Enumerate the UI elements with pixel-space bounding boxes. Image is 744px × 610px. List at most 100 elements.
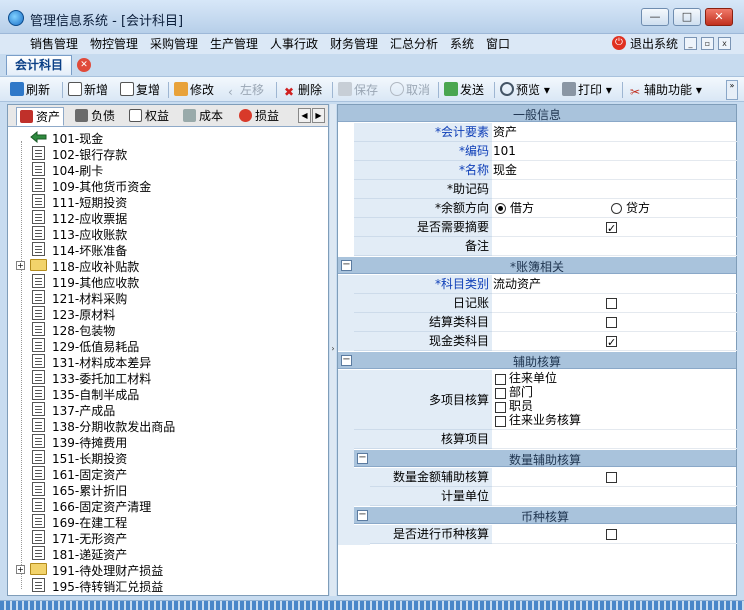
row-unit[interactable]: 计量单位	[338, 487, 737, 506]
expand-icon[interactable]: +	[16, 565, 25, 574]
settle-checkbox[interactable]	[606, 317, 617, 328]
tree-item[interactable]: 101-现金	[8, 129, 326, 146]
tree-item[interactable]: 171-无形资产	[8, 529, 326, 546]
option-checkbox-0[interactable]	[495, 374, 506, 385]
mdi-close-button[interactable]: x	[718, 37, 731, 50]
cash-checkbox[interactable]	[606, 334, 617, 352]
option-checkbox-2[interactable]	[495, 402, 506, 413]
menu-finance[interactable]: 财务管理	[330, 35, 378, 52]
journal-checkbox[interactable]	[606, 298, 617, 309]
tree-item[interactable]: 102-银行存款	[8, 145, 326, 162]
refresh-button[interactable]: 刷新	[10, 81, 50, 99]
tree-item[interactable]: 123-原材料	[8, 305, 326, 322]
tree-item[interactable]: 114-坏账准备	[8, 241, 326, 258]
tab-equity[interactable]: 权益	[126, 107, 172, 126]
tree-item[interactable]: 104-刷卡	[8, 161, 326, 178]
code-value[interactable]: 101	[492, 142, 737, 161]
copy-add-button[interactable]: 复增	[120, 81, 160, 99]
credit-radio[interactable]	[611, 203, 622, 214]
need-summary-checkbox[interactable]	[606, 220, 617, 238]
menu-material[interactable]: 物控管理	[90, 35, 138, 52]
tab-cost[interactable]: 成本	[180, 107, 226, 126]
menu-production[interactable]: 生产管理	[210, 35, 258, 52]
option-checkbox-3[interactable]	[495, 416, 506, 427]
splitter-arrow-icon[interactable]: ›	[330, 339, 336, 359]
tab-scroll-left[interactable]: ◀	[298, 108, 311, 123]
tree-item[interactable]: 138-分期收款发出商品	[8, 417, 326, 434]
close-button[interactable]: ✕	[705, 8, 733, 26]
currency-checkbox[interactable]	[606, 529, 617, 540]
row-journal: 日记账	[338, 294, 737, 313]
move-left-button[interactable]: ‹ 左移	[228, 81, 264, 99]
tree-item[interactable]: 113-应收账款	[8, 225, 326, 242]
tree-item[interactable]: 151-长期投资	[8, 449, 326, 466]
expand-icon[interactable]: +	[16, 261, 25, 270]
mdi-minimize-button[interactable]: _	[684, 37, 697, 50]
row-account-items[interactable]: 核算项目	[338, 430, 737, 449]
menu-purchase[interactable]: 采购管理	[150, 35, 198, 52]
tab-accounting-subjects[interactable]: 会计科目	[6, 55, 72, 75]
row-remark[interactable]: 备注	[338, 237, 737, 256]
tree-item[interactable]: +191-待处理财产损益	[8, 561, 326, 578]
tree-item[interactable]: 128-包装物	[8, 321, 326, 338]
qty-amount-checkbox[interactable]	[606, 472, 617, 483]
tree-item[interactable]: 195-待转销汇兑损益	[8, 577, 326, 594]
tree-item[interactable]: 133-委托加工材料	[8, 369, 326, 386]
minimize-button[interactable]: —	[641, 8, 669, 26]
category-value[interactable]: 流动资产	[492, 275, 737, 294]
tree-item[interactable]: 119-其他应收款	[8, 273, 326, 290]
preview-button[interactable]: 预览 ▾	[500, 81, 550, 99]
tree-item[interactable]: 131-材料成本差异	[8, 353, 326, 370]
name-value[interactable]: 现金	[492, 161, 737, 180]
assist-function-button[interactable]: ✂ 辅助功能 ▾	[628, 81, 702, 99]
debit-radio[interactable]	[495, 203, 506, 214]
mdi-restore-button[interactable]: ▫	[701, 37, 714, 50]
row-name[interactable]: *名称 现金	[338, 161, 737, 180]
tree-item[interactable]: 181-递延资产	[8, 545, 326, 562]
add-button[interactable]: 新增	[68, 81, 108, 99]
row-category[interactable]: *科目类别 流动资产	[338, 275, 737, 294]
menu-hr[interactable]: 人事行政	[270, 35, 318, 52]
tree-item[interactable]: 165-累计折旧	[8, 481, 326, 498]
option-checkbox-1[interactable]	[495, 388, 506, 399]
panel-splitter[interactable]: ›	[330, 104, 336, 596]
mnemonic-value[interactable]	[492, 180, 737, 199]
print-button[interactable]: 打印 ▾	[562, 81, 612, 99]
maximize-button[interactable]: □	[673, 8, 701, 26]
tab-close-icon[interactable]: ✕	[77, 58, 91, 72]
row-code[interactable]: *编码 101	[338, 142, 737, 161]
row-mnemonic[interactable]: *助记码	[338, 180, 737, 199]
tree-item[interactable]: 137-产成品	[8, 401, 326, 418]
remark-value[interactable]	[492, 237, 737, 256]
menu-sales[interactable]: 销售管理	[30, 35, 78, 52]
tree-item[interactable]: 166-固定资产清理	[8, 497, 326, 514]
tree-item[interactable]: 121-材料采购	[8, 289, 326, 306]
menu-system[interactable]: 系统	[450, 35, 474, 52]
tree-item[interactable]: 111-短期投资	[8, 193, 326, 210]
tree-item[interactable]: 109-其他货币资金	[8, 177, 326, 194]
tree-item[interactable]: +118-应收补贴款	[8, 257, 326, 274]
tree-item[interactable]: 112-应收票据	[8, 209, 326, 226]
account-items-value[interactable]	[492, 430, 737, 449]
row-element[interactable]: *会计要素 资产	[338, 123, 737, 142]
tree-item[interactable]: 169-在建工程	[8, 513, 326, 530]
cancel-button[interactable]: 取消	[390, 81, 430, 99]
save-label: 保存	[354, 83, 379, 97]
menu-summary[interactable]: 汇总分析	[390, 35, 438, 52]
unit-value[interactable]	[492, 487, 737, 506]
tab-profit-loss[interactable]: 损益	[236, 107, 282, 126]
delete-button[interactable]: ✖ 删除	[282, 81, 322, 99]
edit-button[interactable]: 修改	[174, 81, 214, 99]
tab-assets[interactable]: 资产	[16, 107, 65, 126]
element-value[interactable]: 资产	[492, 123, 737, 142]
tree-item[interactable]: 129-低值易耗品	[8, 337, 326, 354]
tab-liabilities[interactable]: 负债	[72, 107, 118, 126]
tree-item[interactable]: 139-待摊费用	[8, 433, 326, 450]
tree-item[interactable]: 135-自制半成品	[8, 385, 326, 402]
tab-scroll-right[interactable]: ▶	[312, 108, 325, 123]
tree-item[interactable]: 161-固定资产	[8, 465, 326, 482]
save-button[interactable]: 保存	[338, 81, 378, 99]
send-button[interactable]: 发送	[444, 81, 484, 99]
toolbar-overflow-button[interactable]: »	[726, 80, 738, 100]
menu-window[interactable]: 窗口	[486, 35, 510, 52]
